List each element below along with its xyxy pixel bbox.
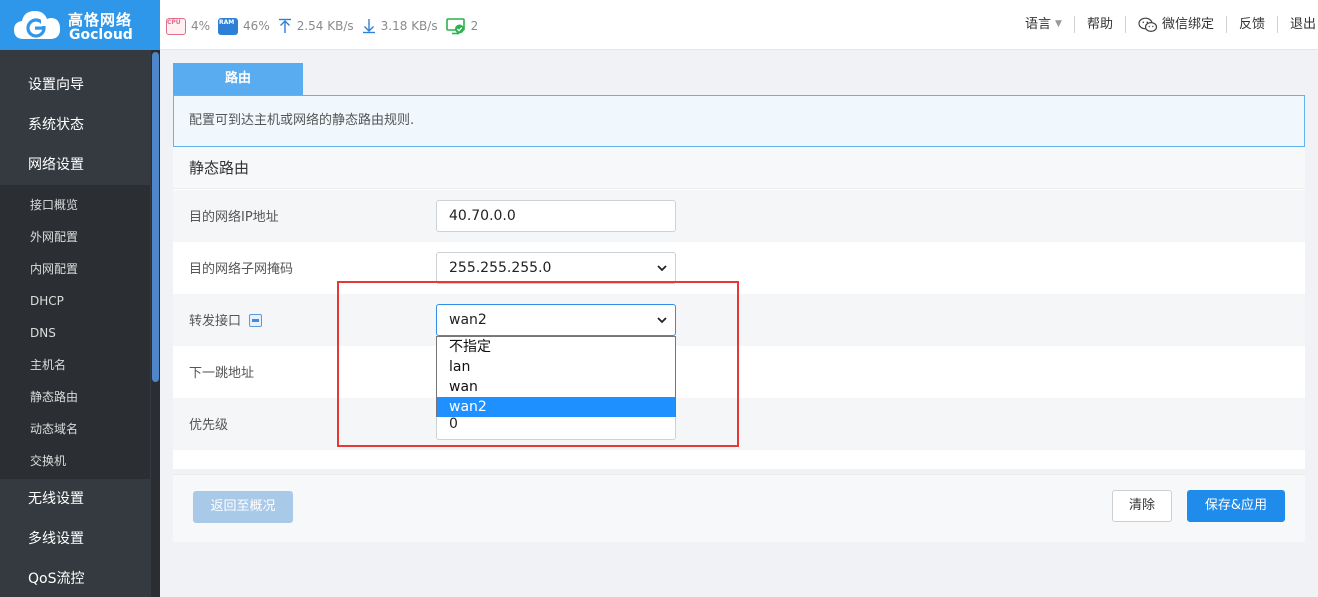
chevron-down-icon	[657, 317, 667, 324]
sidebar: 设置向导 系统状态 网络设置 接口概览 外网配置 内网配置 DHCP DNS 主…	[0, 50, 160, 597]
wechat-icon	[1138, 17, 1158, 32]
cpu-icon: CPU	[166, 17, 186, 35]
sidebar-item-setup-wizard[interactable]: 设置向导	[0, 65, 150, 105]
feedback-label: 反馈	[1238, 17, 1265, 32]
sidebar-subitem-switch[interactable]: 交换机	[0, 445, 150, 477]
wechat-bind-link[interactable]: 微信绑定	[1124, 16, 1226, 33]
interface-info-icon[interactable]	[249, 314, 263, 327]
save-apply-button[interactable]: 保存&应用	[1187, 490, 1285, 522]
static-route-panel: 静态路由 目的网络IP地址 40.70.0.0 目的网络子网掩码 255.255…	[173, 147, 1305, 469]
ram-value: 46%	[243, 19, 270, 33]
top-nav: 语言 ▼ 帮助 微信绑定 反馈 退出	[1013, 16, 1318, 33]
help-label: 帮助	[1086, 17, 1113, 32]
sidebar-item-wireless[interactable]: 无线设置	[0, 479, 150, 519]
feedback-link[interactable]: 反馈	[1225, 16, 1277, 33]
netmask-value: 255.255.255.0	[449, 260, 552, 276]
upload-stat: 2.54 KB/s	[278, 18, 354, 34]
sidebar-subitem-interfaces[interactable]: 接口概览	[0, 189, 150, 221]
dest-ip-input[interactable]: 40.70.0.0	[436, 200, 676, 232]
interface-dropdown-list: 不指定 lan wan wan2	[436, 336, 676, 417]
row-netmask: 目的网络子网掩码 255.255.255.0	[173, 242, 1305, 294]
row-interface: 转发接口 wan2	[173, 294, 1305, 346]
form-footer: 返回至概况 清除 保存&应用	[173, 474, 1305, 542]
row-priority: 优先级 0	[173, 398, 1305, 450]
row-nexthop: 下一跳地址	[173, 346, 1305, 398]
system-stats: CPU 4% RAM 46% 2.54 KB/s 3.18 KB/s 2	[166, 16, 486, 36]
sidebar-subitem-dhcp[interactable]: DHCP	[0, 285, 150, 317]
tab-route[interactable]: 路由	[173, 63, 303, 95]
download-stat: 3.18 KB/s	[362, 18, 438, 34]
wechat-label: 微信绑定	[1161, 17, 1214, 32]
upload-value: 2.54 KB/s	[296, 19, 354, 33]
sidebar-subitem-wan[interactable]: 外网配置	[0, 221, 150, 253]
netmask-select[interactable]: 255.255.255.0	[436, 252, 676, 284]
chevron-down-icon	[657, 265, 667, 272]
panel-title: 静态路由	[173, 147, 1305, 189]
dropdown-option-lan[interactable]: lan	[437, 357, 675, 377]
logo[interactable]: 高恪网络 Gocloud	[0, 0, 160, 50]
sidebar-subitem-ddns[interactable]: 动态域名	[0, 413, 150, 445]
caret-down-icon: ▼	[1055, 19, 1062, 29]
sidebar-subitem-hostname[interactable]: 主机名	[0, 349, 150, 381]
download-value: 3.18 KB/s	[380, 19, 438, 33]
interface-label: 转发接口	[189, 314, 242, 329]
scrollbar-thumb[interactable]	[152, 52, 159, 382]
priority-label: 优先级	[189, 418, 229, 433]
netmask-label: 目的网络子网掩码	[189, 262, 294, 277]
interface-value: wan2	[449, 312, 487, 328]
cpu-value: 4%	[191, 19, 211, 33]
download-arrow-icon	[362, 19, 375, 34]
help-link[interactable]: 帮助	[1073, 16, 1125, 33]
logout-label: 退出	[1289, 17, 1316, 32]
clear-button[interactable]: 清除	[1112, 490, 1172, 522]
dropdown-option-none[interactable]: 不指定	[437, 337, 675, 357]
upload-arrow-icon	[278, 18, 291, 33]
back-to-overview-button[interactable]: 返回至概况	[193, 491, 293, 523]
top-header: 高恪网络 Gocloud CPU 4% RAM 46% 2.54 KB/s 3.…	[0, 0, 1318, 50]
sidebar-scrollbar[interactable]	[151, 50, 160, 597]
interface-select[interactable]: wan2	[436, 304, 676, 336]
devices-value: 2	[470, 19, 479, 33]
sidebar-subitem-dns[interactable]: DNS	[0, 317, 150, 349]
sidebar-item-qos[interactable]: QoS流控	[0, 559, 150, 597]
cloud-logo-icon	[14, 11, 61, 39]
interface-label-wrap: 转发接口	[189, 310, 263, 329]
dropdown-option-wan2[interactable]: wan2	[437, 397, 675, 417]
brand-name-en: Gocloud	[69, 27, 133, 43]
monitor-check-icon	[445, 17, 465, 34]
network-submenu: 接口概览 外网配置 内网配置 DHCP DNS 主机名 静态路由 动态域名 交换…	[0, 185, 150, 479]
dest-ip-label: 目的网络IP地址	[189, 210, 279, 225]
sidebar-item-network-settings[interactable]: 网络设置	[0, 145, 150, 185]
language-menu[interactable]: 语言 ▼	[1013, 16, 1074, 33]
dropdown-option-wan[interactable]: wan	[437, 377, 675, 397]
logout-link[interactable]: 退出	[1276, 16, 1318, 33]
devices-stat: 2	[445, 17, 479, 35]
page-description: 配置可到达主机或网络的静态路由规则.	[173, 95, 1305, 147]
sidebar-item-system-status[interactable]: 系统状态	[0, 105, 150, 145]
ram-stat: RAM 46%	[218, 17, 270, 35]
sidebar-subitem-lan[interactable]: 内网配置	[0, 253, 150, 285]
sidebar-menu: 设置向导 系统状态 网络设置 接口概览 外网配置 内网配置 DHCP DNS 主…	[0, 50, 150, 597]
row-dest-ip: 目的网络IP地址 40.70.0.0	[173, 190, 1305, 242]
ram-icon: RAM	[218, 17, 239, 35]
cpu-stat: CPU 4%	[166, 17, 211, 35]
sidebar-subitem-static-route[interactable]: 静态路由	[0, 381, 150, 413]
nexthop-label: 下一跳地址	[189, 366, 255, 381]
language-label: 语言	[1025, 17, 1052, 32]
sidebar-item-multiline[interactable]: 多线设置	[0, 519, 150, 559]
